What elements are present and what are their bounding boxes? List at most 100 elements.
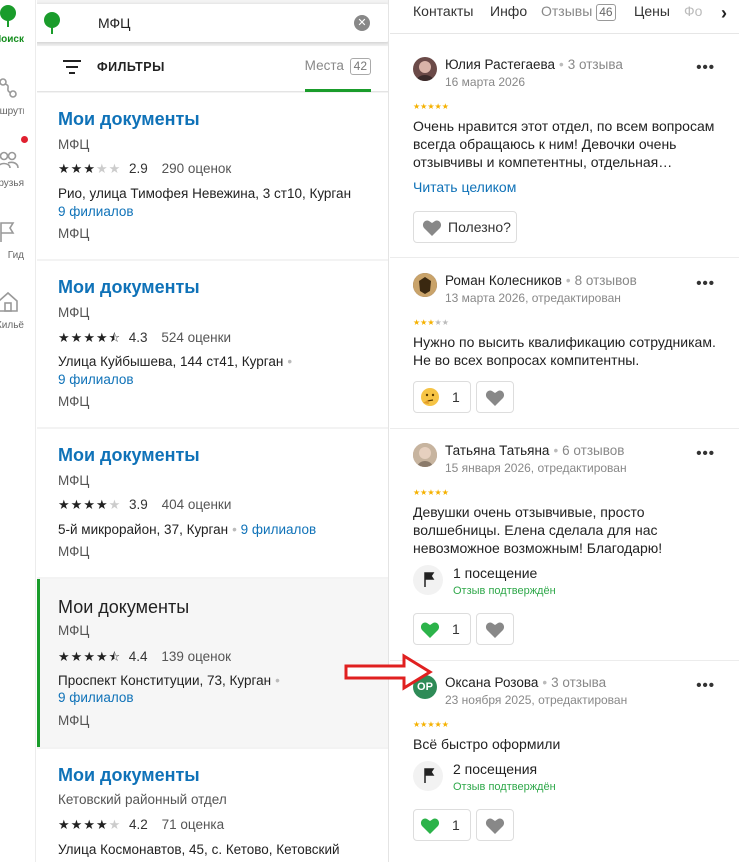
reviewer-review-count: 3 отзыва [567, 57, 623, 72]
nav-item-friends[interactable]: Друзья [0, 136, 36, 206]
filter-menu-icon[interactable] [63, 60, 81, 74]
address-text: 5-й микрорайон, 37, Курган [58, 522, 229, 537]
search-box[interactable]: МФЦ ✕ [37, 4, 388, 42]
visit-flag-icon [413, 761, 443, 791]
results-list[interactable]: ФИЛЬТРЫ Места 42 Мои документы МФЦ ★★★★★… [37, 0, 389, 862]
review-confirmed-label: Отзыв подтверждён [453, 781, 556, 793]
card-address: 5-й микрорайон, 37, Курган • 9 филиалов [58, 522, 317, 537]
filters-button[interactable]: ФИЛЬТРЫ [97, 60, 165, 74]
reviewer-name[interactable]: Роман Колесников [445, 273, 562, 288]
tab-places[interactable]: Места 42 [305, 58, 371, 75]
more-options-icon[interactable]: ••• [696, 677, 715, 694]
nav-item-housing[interactable]: Жильё [0, 288, 36, 348]
review-item: Роман Колесников • 8 отзывов 13 марта 2026… [390, 271, 739, 421]
star-icon: ★ [95, 161, 109, 176]
user-avatar[interactable] [413, 273, 437, 297]
review-divider [390, 660, 739, 661]
star-icon: ★ [95, 817, 109, 832]
review-item: Юлия Растегаева • 3 отзыва 16 марта 2026 •… [390, 55, 739, 245]
nav-item-guide[interactable]: Гид [0, 218, 36, 278]
detail-tabs: Контакты Инфо Отзывы 46 Цены Фо › [390, 0, 739, 34]
tabs-scroll-right-icon[interactable]: › [709, 0, 739, 30]
star-icon: ★ [427, 488, 435, 497]
reviews-panel[interactable]: Контакты Инфо Отзывы 46 Цены Фо › Юлия Р… [390, 0, 739, 862]
nav-item-label: Маршруты [0, 106, 24, 117]
tab-info[interactable]: Инфо [490, 3, 527, 19]
tab-photos[interactable]: Фо [684, 3, 702, 19]
active-tab-underline [305, 89, 371, 92]
branches-link[interactable]: 9 филиалов [58, 204, 134, 219]
reviewer-review-count: 6 отзывов [562, 443, 625, 458]
branches-link[interactable]: 9 филиалов [58, 372, 134, 387]
result-card[interactable]: Мои документы МФЦ ★★★★★ 3.9 404 оценки 5… [37, 429, 388, 577]
star-icon: ★ [434, 720, 442, 729]
card-category: МФЦ [58, 473, 90, 488]
star-icon: ★ [83, 161, 96, 176]
result-card[interactable]: Мои документы МФЦ ★★★★★ 2.9 290 оценок Р… [37, 93, 388, 259]
reviewer-name-line: Оксана Розова • 3 отзыва [445, 675, 607, 690]
tab-prices[interactable]: Цены [634, 3, 670, 19]
annotation-arrow-icon [344, 653, 433, 691]
review-divider [390, 428, 739, 429]
rating-stars: ★★★★⯪ [58, 648, 121, 669]
review-confirmed-label: Отзыв подтверждён [453, 585, 556, 597]
card-rating: ★★★★★ 3.9 404 оценки [58, 497, 231, 513]
rating-count: 524 оценки [161, 330, 232, 345]
result-card-selected[interactable]: Мои документы МФЦ ★★★★⯪ 4.4 139 оценок П… [37, 579, 388, 747]
star-icon: ⯪ [108, 331, 121, 345]
like-button[interactable] [476, 809, 514, 841]
read-more-link[interactable]: Читать целиком [413, 179, 516, 195]
card-title[interactable]: Мои документы [58, 597, 189, 618]
useful-button[interactable]: Полезно? [413, 211, 517, 243]
rating-count: 139 оценок [161, 649, 232, 664]
card-title[interactable]: Мои документы [58, 765, 200, 786]
star-icon: ★ [441, 318, 449, 327]
card-category-secondary: МФЦ [58, 226, 90, 241]
more-options-icon[interactable]: ••• [696, 59, 715, 76]
search-input[interactable]: МФЦ [98, 15, 131, 31]
nav-item-routes[interactable]: Маршруты [0, 72, 36, 132]
tab-contacts[interactable]: Контакты [413, 3, 473, 19]
result-card[interactable]: Мои документы Кетовский районный отдел ★… [37, 749, 388, 862]
reaction-thinking-button[interactable]: 1 [413, 381, 471, 413]
tab-reviews[interactable]: Отзывы 46 [541, 3, 616, 21]
like-button[interactable] [476, 381, 514, 413]
friends-icon [0, 151, 19, 169]
card-title[interactable]: Мои документы [58, 277, 200, 298]
thinking-emoji-icon [421, 388, 439, 406]
reaction-heart-button[interactable]: 1 [413, 809, 471, 841]
rating-value: 4.2 [129, 817, 148, 832]
star-icon: ★ [108, 817, 122, 832]
more-options-icon[interactable]: ••• [696, 275, 715, 292]
clear-search-icon[interactable]: ✕ [354, 15, 370, 31]
rating-value: 2.9 [129, 161, 148, 176]
rating-count: 404 оценки [161, 497, 232, 512]
star-icon: ⯪ [108, 650, 121, 664]
reviewer-name[interactable]: Юлия Растегаева [445, 57, 555, 72]
star-icon: ★ [70, 817, 84, 832]
branches-link[interactable]: 9 филиалов [58, 690, 134, 705]
card-address: Улица Космонавтов, 45, с. Кетово, Кетовс… [58, 842, 340, 857]
star-icon: ★ [58, 330, 71, 345]
more-options-icon[interactable]: ••• [696, 445, 715, 462]
like-button[interactable] [476, 613, 514, 645]
nav-item-search[interactable]: Поиск [0, 0, 36, 60]
reaction-heart-button[interactable]: 1 [413, 613, 471, 645]
star-icon: ★ [427, 318, 435, 327]
reviewer-name[interactable]: Татьяна Татьяна [445, 443, 549, 458]
review-text: Очень нравится этот отдел, по всем вопро… [413, 118, 715, 170]
card-category: МФЦ [58, 305, 90, 320]
heart-icon [485, 622, 505, 638]
review-stars: ★★★★★ [413, 488, 449, 497]
star-icon: ★ [70, 649, 84, 664]
user-avatar[interactable] [413, 443, 437, 467]
card-title[interactable]: Мои документы [58, 445, 200, 466]
card-title[interactable]: Мои документы [58, 109, 200, 130]
user-avatar[interactable] [413, 57, 437, 81]
branches-link[interactable]: 9 филиалов [241, 522, 317, 537]
result-card[interactable]: Мои документы МФЦ ★★★★⯪ 4.3 524 оценки У… [37, 261, 388, 427]
card-rating: ★★★★★ 2.9 290 оценок [58, 161, 231, 177]
places-count-badge: 42 [349, 58, 371, 75]
reviewer-name[interactable]: Оксана Розова [445, 675, 538, 690]
review-stars: ★★★★★ [413, 102, 449, 111]
